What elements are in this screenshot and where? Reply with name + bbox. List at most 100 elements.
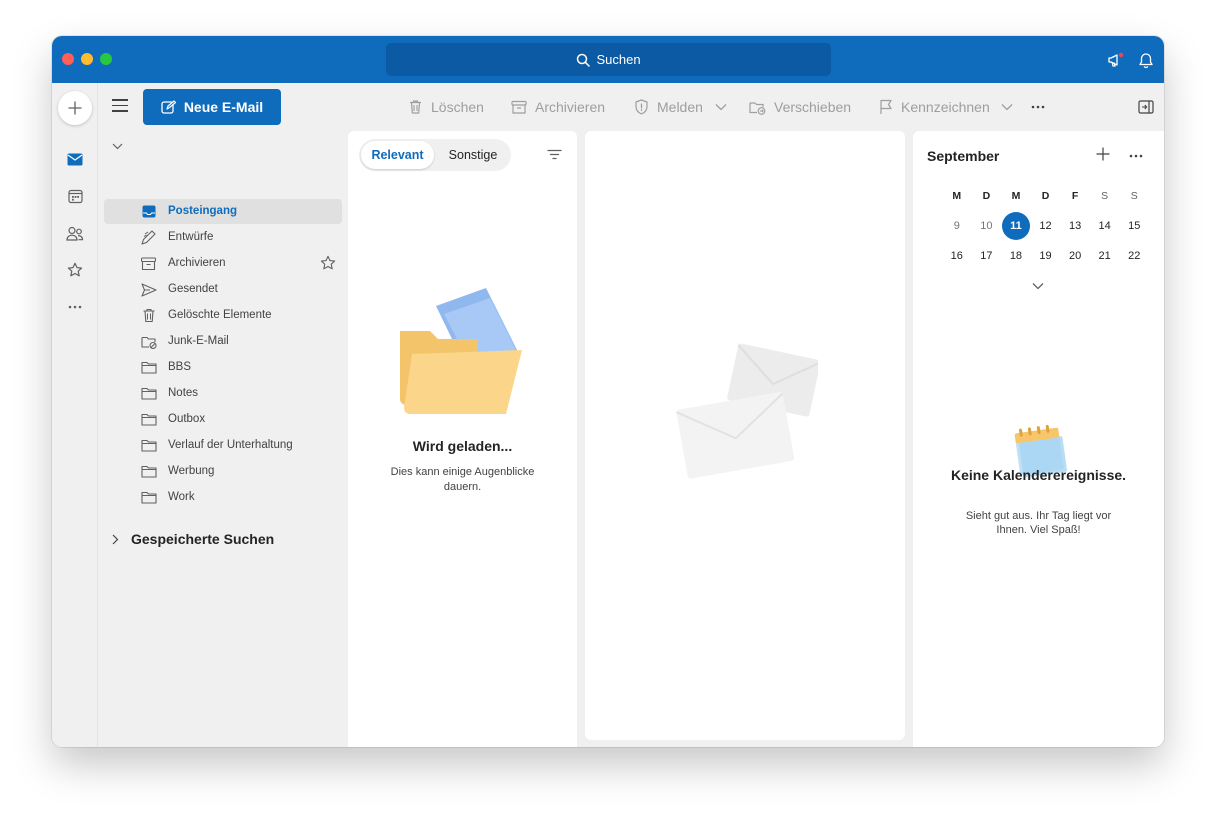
inbox-pivot: Relevant Sonstige [359, 139, 511, 171]
archive-button[interactable]: Archivieren [511, 97, 605, 117]
calendar-day[interactable]: 22 [1119, 250, 1149, 262]
calendar-day[interactable]: 18 [1001, 250, 1031, 262]
calendar-day[interactable]: 21 [1090, 250, 1120, 262]
search-label: Suchen [596, 52, 641, 67]
filter-button[interactable] [547, 147, 562, 165]
calendar-day[interactable]: 10 [972, 220, 1002, 232]
no-events-subtitle: Sieht gut aus. Ihr Tag liegt vor Ihnen. … [965, 510, 1112, 536]
folder-label: Gelöschte Elemente [168, 309, 272, 321]
folder-werbung[interactable]: Werbung [104, 459, 342, 484]
notifications-button[interactable] [1136, 50, 1156, 70]
saved-searches-label: Gespeicherte Suchen [131, 531, 275, 547]
folder-sent[interactable]: Gesendet [104, 277, 342, 302]
folder-label: Work [168, 491, 195, 503]
flag-icon [880, 99, 892, 114]
hamburger-icon [112, 99, 128, 101]
folder-archive[interactable]: Archivieren [104, 251, 342, 276]
more-actions-button[interactable] [1031, 97, 1045, 117]
folder-junk[interactable]: Junk-E-Mail [104, 329, 342, 354]
folder-outbox[interactable]: Outbox [104, 407, 342, 432]
archive-icon [511, 100, 527, 114]
weekday-label: D [982, 190, 991, 202]
new-mail-button[interactable]: Neue E-Mail [143, 89, 281, 125]
folder-icon [140, 359, 157, 376]
search-box[interactable]: Suchen [386, 43, 831, 76]
folder-icon [140, 437, 157, 454]
folder-label: BBS [168, 361, 192, 373]
chevron-right-icon [112, 534, 119, 544]
chevron-down-icon [112, 143, 123, 150]
more-apps-button[interactable] [65, 297, 85, 317]
calendar-week-row: 16 17 18 19 20 21 22 [942, 241, 1149, 271]
message-list-pane: Relevant Sonstige Wird geladen... Dies k… [348, 131, 577, 747]
more-icon [68, 305, 82, 309]
trash-icon [140, 307, 157, 324]
report-button[interactable]: Melden [634, 97, 703, 117]
no-events-title: Keine Kalenderereignisse. [950, 467, 1127, 483]
folder-conversation-history[interactable]: Verlauf der Unterhaltung [104, 433, 342, 458]
tab-focused[interactable]: Relevant [361, 141, 434, 169]
folder-bbs[interactable]: BBS [104, 355, 342, 380]
zoom-window-button[interactable] [100, 53, 112, 65]
pane-toggle-icon [1138, 100, 1154, 114]
navigation-menu-button[interactable] [112, 99, 128, 113]
folder-icon [140, 489, 157, 506]
folder-inbox[interactable]: Posteingang [104, 199, 342, 224]
folder-deleted[interactable]: Gelöschte Elemente [104, 303, 342, 328]
expand-calendar-button[interactable] [1032, 277, 1044, 295]
outlook-window: Suchen Neue E-Mail Löschen Archivieren M… [52, 36, 1164, 747]
bell-icon [1139, 52, 1153, 68]
weekday-label: D [1041, 190, 1050, 202]
compose-icon [161, 99, 176, 114]
today-marker: 11 [1001, 212, 1030, 240]
calendar-day[interactable]: 12 [1031, 220, 1061, 232]
folder-notes[interactable]: Notes [104, 381, 342, 406]
calendar-day[interactable]: 19 [1031, 250, 1061, 262]
weekday-label: S [1101, 190, 1109, 202]
calendar-pane: September M D M D F S S 9 10 11 12 13 14… [913, 131, 1164, 747]
plus-icon [1096, 147, 1110, 161]
mini-calendar: M D M D F S S 9 10 11 12 13 14 15 16 17 … [942, 181, 1149, 271]
calendar-day[interactable]: 9 [942, 220, 972, 232]
flag-button[interactable]: Kennzeichnen [879, 97, 990, 117]
calendar-day[interactable]: 13 [1060, 220, 1090, 232]
weekday-label: F [1071, 190, 1079, 202]
calendar-day[interactable]: 20 [1060, 250, 1090, 262]
delete-button[interactable]: Löschen [408, 97, 484, 117]
tab-other[interactable]: Sonstige [437, 141, 509, 169]
folder-work[interactable]: Work [104, 485, 342, 510]
saved-searches-toggle[interactable]: Gespeicherte Suchen [112, 531, 274, 547]
mail-app-button[interactable] [65, 149, 85, 169]
toggle-pane-button[interactable] [1138, 97, 1154, 117]
calendar-app-button[interactable] [65, 186, 85, 206]
new-event-button[interactable] [1096, 144, 1110, 167]
calendar-day[interactable]: 15 [1119, 220, 1149, 232]
calendar-day[interactable]: 16 [942, 250, 972, 262]
move-button[interactable]: Verschieben [749, 97, 851, 117]
trash-icon [410, 100, 421, 114]
calendar-more-button[interactable] [1129, 145, 1143, 161]
whats-new-button[interactable] [1106, 50, 1126, 70]
plus-icon [68, 101, 82, 115]
account-toggle[interactable] [112, 137, 123, 155]
favorites-app-button[interactable] [65, 260, 85, 280]
flag-label: Kennzeichnen [901, 99, 990, 115]
add-favorite-star-icon[interactable] [320, 255, 336, 274]
folder-label: Outbox [168, 413, 206, 425]
close-window-button[interactable] [62, 53, 74, 65]
report-dropdown-button[interactable] [715, 97, 727, 117]
calendar-day[interactable]: 17 [972, 250, 1002, 262]
folder-icon [140, 463, 157, 480]
folder-label: Posteingang [168, 205, 238, 217]
shield-icon [635, 99, 648, 115]
flag-dropdown-button[interactable] [1001, 97, 1013, 117]
add-app-button[interactable] [58, 91, 92, 125]
people-app-button[interactable] [65, 223, 85, 243]
delete-label: Löschen [431, 99, 484, 115]
sent-icon [140, 281, 157, 298]
folder-drafts[interactable]: Entwürfe [104, 225, 342, 250]
minimize-window-button[interactable] [81, 53, 93, 65]
folder-pane: Posteingang Entwürfe Archivieren Gesende… [98, 131, 348, 747]
calendar-day[interactable]: 14 [1090, 220, 1120, 232]
calendar-day-today[interactable]: 11 [1001, 212, 1031, 240]
